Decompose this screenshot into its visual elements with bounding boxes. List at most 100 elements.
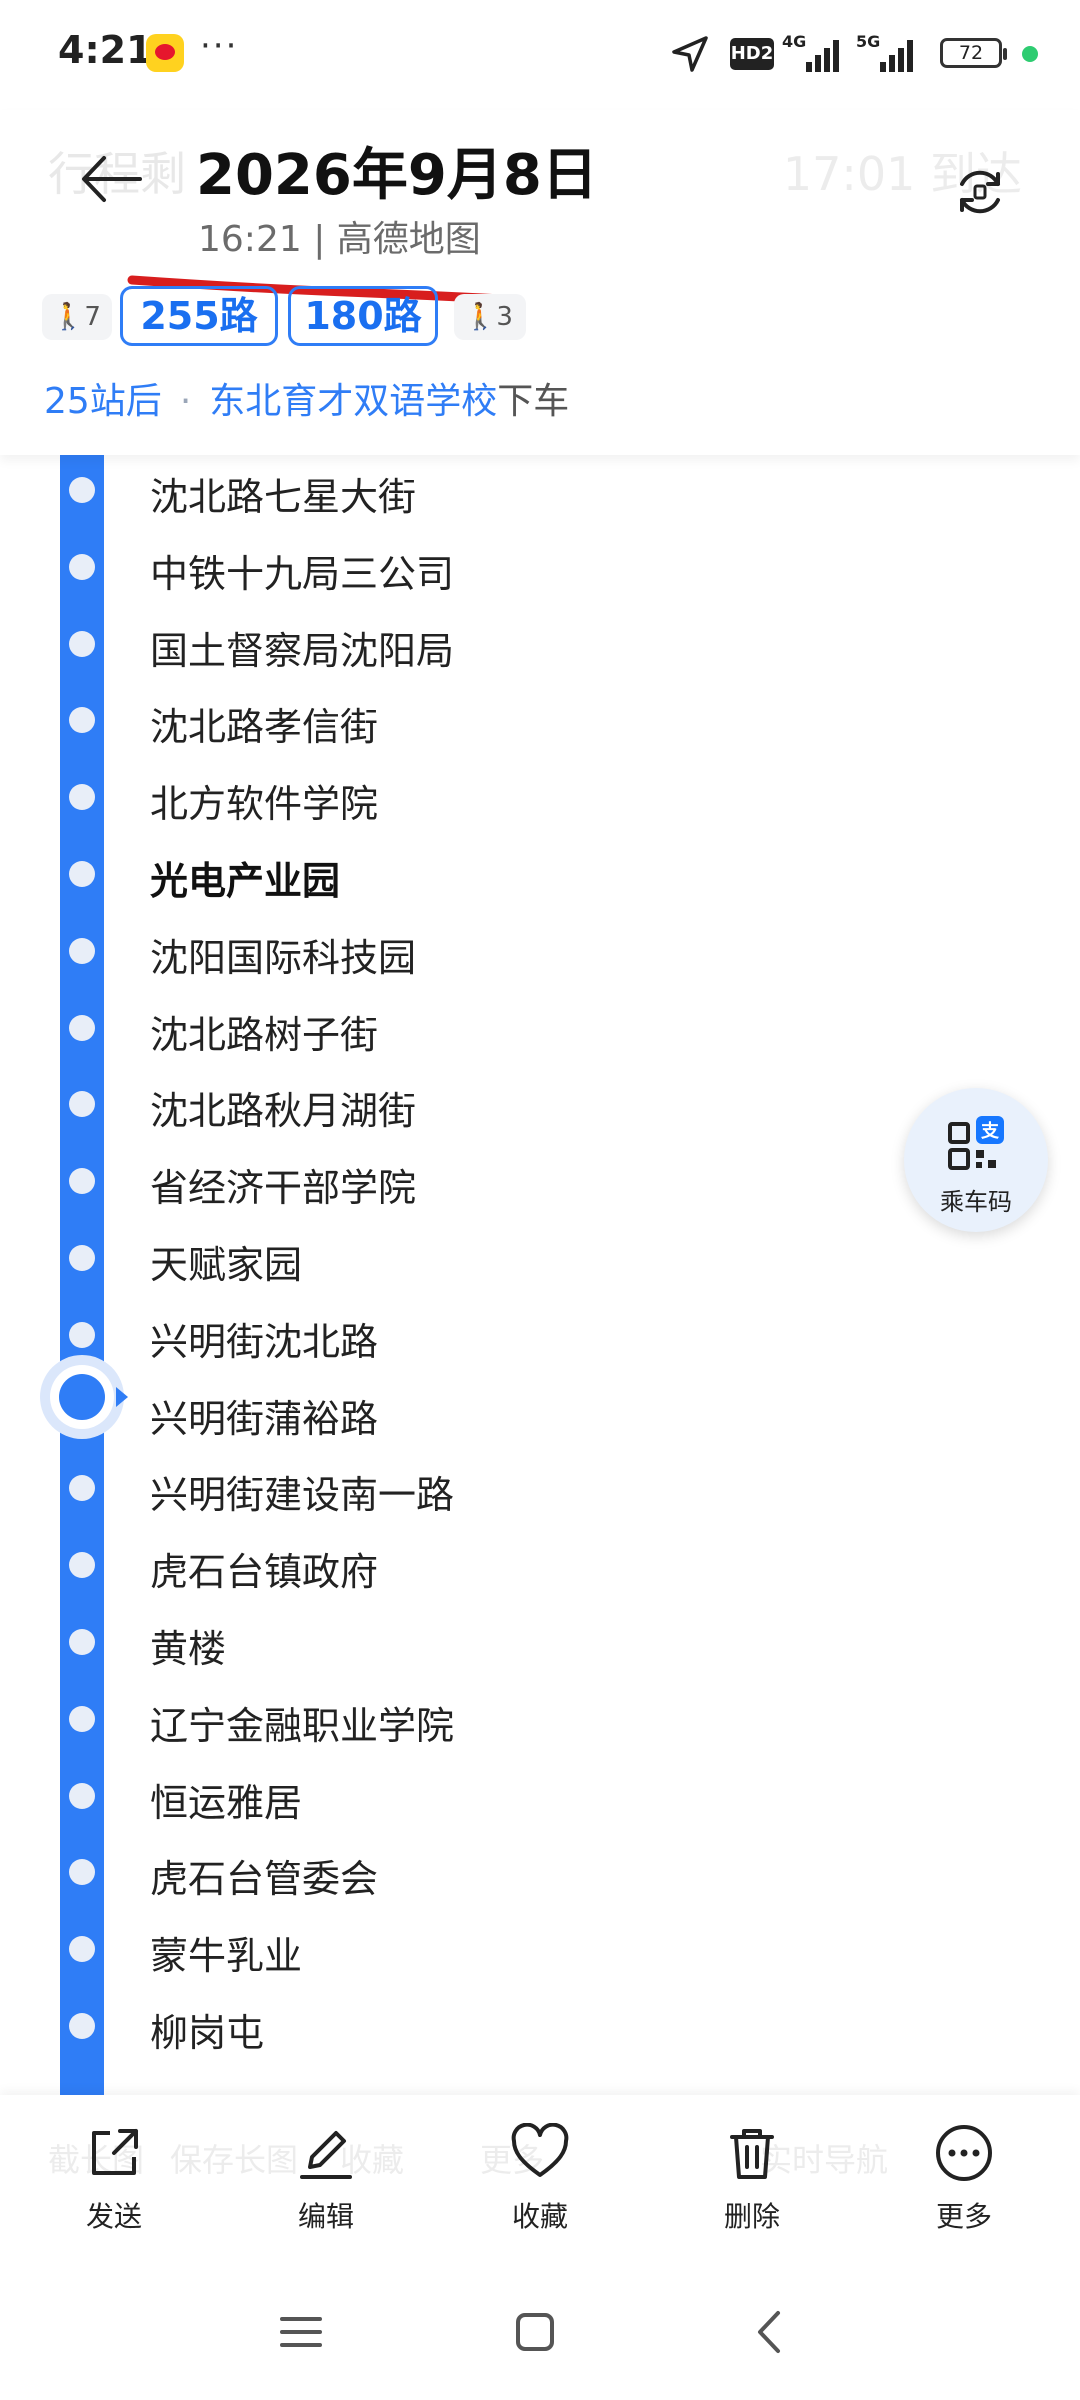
station-item[interactable]: 柳岗屯	[0, 1991, 800, 2061]
station-name: 沈北路七星大街	[150, 475, 417, 519]
station-dot	[69, 477, 95, 503]
station-dot	[69, 1168, 95, 1195]
battery-icon: 72	[940, 38, 1007, 68]
station-dot	[69, 1859, 95, 1886]
stops-remaining: 25站后	[44, 381, 162, 422]
station-item[interactable]: 沈北路秋月湖街	[0, 1069, 800, 1139]
walk-icon: 🚶	[52, 302, 85, 332]
station-item[interactable]: 沈北路树子街	[0, 993, 800, 1063]
walk-start-minutes: 7	[84, 302, 101, 332]
station-item[interactable]: 虎石台镇政府	[0, 1530, 800, 1600]
refresh-icon[interactable]	[950, 162, 1010, 222]
walk-end-minutes: 3	[496, 302, 513, 332]
trash-icon	[730, 2129, 774, 2179]
station-dot	[69, 630, 95, 657]
station-name: 沈北路树子街	[150, 1012, 379, 1057]
walk-segment-end: 🚶3	[454, 294, 526, 340]
bus-line-chip[interactable]: 180路	[288, 286, 438, 346]
station-name: 天赋家园	[150, 1243, 303, 1287]
back-arrow-icon[interactable]	[78, 146, 144, 212]
hd-call-badge: HD2	[730, 38, 774, 70]
station-dot	[69, 1321, 95, 1348]
station-item[interactable]: 省经济干部学院	[0, 1146, 800, 1216]
station-dot	[69, 1552, 95, 1579]
station-item[interactable]: 沈北路孝信街	[0, 685, 800, 755]
station-name: 沈北路秋月湖街	[150, 1089, 417, 1134]
bus-line-chip[interactable]: 255路	[120, 286, 278, 346]
signal-5g-label: 5G	[856, 32, 881, 51]
more-label: 更多	[935, 2200, 992, 2233]
edit-button[interactable]: 编辑	[256, 2123, 396, 2243]
status-bar: 4:21 ··· HD2 4G 5G 72	[0, 0, 1080, 110]
station-name: 虎石台管委会	[150, 1857, 379, 1902]
screen: 4:21 ··· HD2 4G 5G 72 行程剩 17:01 到达 2026年…	[0, 0, 1080, 2400]
walk-icon: 🚶	[464, 302, 497, 332]
station-name: 辽宁金融职业学院	[150, 1703, 455, 1748]
station-name: 兴明街蒲裕路	[150, 1396, 379, 1441]
pen-icon	[300, 2131, 352, 2179]
station-dot	[69, 1475, 95, 1502]
qr-code-icon: 支	[948, 1116, 1004, 1170]
station-name: 省经济干部学院	[150, 1166, 417, 1211]
alight-station: 东北育才双语学校	[209, 381, 498, 422]
station-item[interactable]: 天赋家园	[0, 1223, 800, 1293]
walk-segment-start: 🚶7	[42, 294, 112, 340]
station-dot	[69, 861, 95, 887]
station-item[interactable]: 国土督察局沈阳局	[0, 609, 800, 679]
station-item[interactable]: 沈阳国际科技园	[0, 916, 800, 986]
station-dot	[69, 1782, 95, 1809]
favorite-button[interactable]: 收藏	[470, 2123, 610, 2243]
favorite-label: 收藏	[511, 2200, 568, 2233]
station-name: 柳岗屯	[150, 2011, 265, 2055]
station-dot	[69, 784, 95, 811]
more-dots-icon	[936, 2125, 992, 2181]
delete-button[interactable]: 删除	[682, 2123, 822, 2243]
station-name: 沈阳国际科技园	[150, 935, 417, 980]
location-arrow-icon	[672, 36, 708, 72]
signal-4g-label: 4G	[782, 32, 807, 51]
ride-code-button[interactable]: 支 乘车码	[904, 1088, 1048, 1232]
signal-5g-icon: 5G	[856, 32, 916, 72]
station-dot	[69, 937, 95, 964]
station-item[interactable]: 沈北路七星大街	[0, 455, 800, 525]
station-item[interactable]: 蒙牛乳业	[0, 1914, 800, 1984]
heart-icon	[511, 2123, 569, 2177]
status-indicators: HD2 4G 5G 72	[650, 0, 1080, 110]
station-item[interactable]: 光电产业园	[0, 839, 800, 909]
station-item[interactable]: 北方软件学院	[0, 762, 800, 832]
station-name: 中铁十九局三公司	[150, 551, 455, 596]
send-label: 发送	[85, 2200, 142, 2233]
station-dot	[69, 707, 95, 734]
station-dot	[69, 1091, 95, 1118]
alight-info: 25站后 · 东北育才双语学校下车	[44, 372, 569, 424]
station-item[interactable]: 恒运雅居	[0, 1761, 800, 1831]
send-button[interactable]: 发送	[44, 2123, 184, 2243]
share-icon	[92, 2129, 138, 2175]
station-dot	[69, 1014, 95, 1041]
edit-label: 编辑	[297, 2200, 354, 2233]
page-title: 2026年9月8日	[196, 143, 598, 208]
more-button[interactable]: 更多	[894, 2123, 1034, 2243]
alight-separator: ·	[179, 381, 192, 422]
station-item[interactable]: 中铁十九局三公司	[0, 532, 800, 602]
station-list: 沈北路七星大街 中铁十九局三公司国土督察局沈阳局 沈北路孝信街 北方软件学院 光电产业园…	[0, 455, 1080, 2095]
station-name: 黄楼	[150, 1627, 227, 1671]
action-bar: 截长图 保存长图 收藏 更多 实时导航 发送 编辑 收藏 删除 更多	[0, 2095, 1080, 2265]
svg-text:支: 支	[980, 1120, 1000, 1142]
menu-icon[interactable]	[276, 2307, 326, 2357]
system-nav-bar	[0, 2265, 1080, 2400]
route-header: 行程剩 17:01 到达 2026年9月8日 16:21 | 高德地图 🚶7 2…	[0, 110, 1080, 455]
back-icon[interactable]	[746, 2307, 796, 2357]
station-item[interactable]: 辽宁金融职业学院	[0, 1684, 800, 1754]
page-subtitle: 16:21 | 高德地图	[198, 219, 481, 260]
home-icon[interactable]	[510, 2307, 560, 2357]
station-dot	[69, 1936, 95, 1963]
station-item[interactable]: 黄楼	[0, 1607, 800, 1677]
alight-action: 下车	[497, 381, 570, 422]
station-item[interactable]: 兴明街建设南一路	[0, 1453, 800, 1523]
station-dot	[69, 2013, 95, 2039]
station-dot	[69, 1245, 95, 1271]
station-item[interactable]: 虎石台管委会	[0, 1837, 800, 1907]
ride-code-label: 乘车码	[940, 1188, 1012, 1216]
station-dot	[69, 1629, 95, 1655]
